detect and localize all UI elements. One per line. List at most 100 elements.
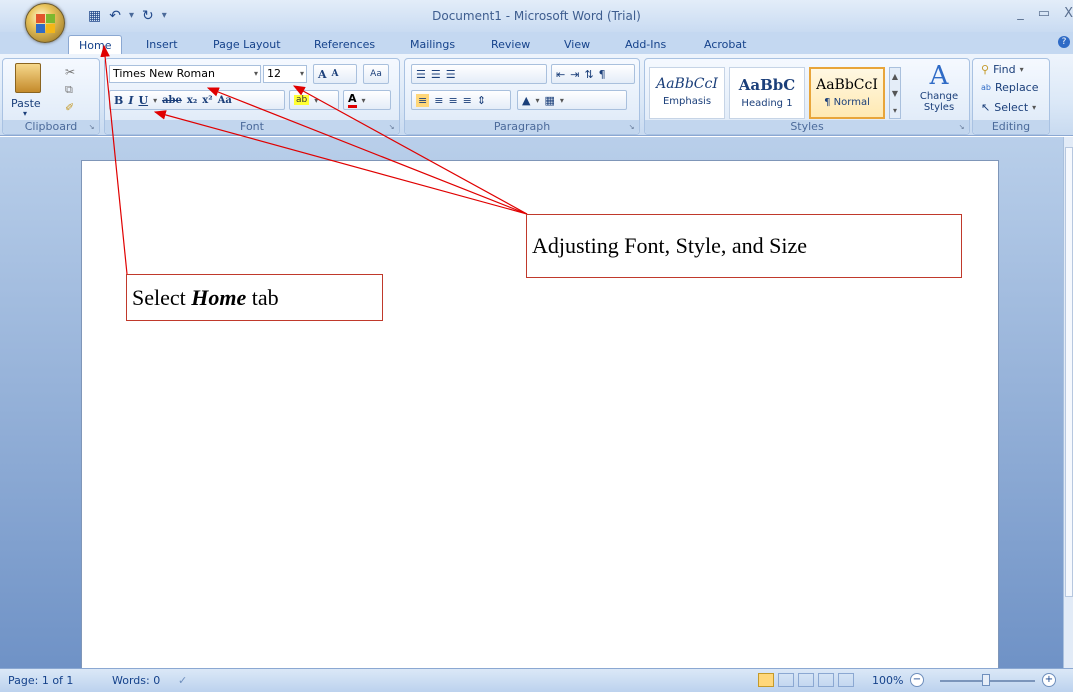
tab-mailings[interactable]: Mailings — [410, 35, 455, 54]
list-buttons: ☰ ☰ ☰ — [411, 64, 547, 84]
multilevel-list-icon[interactable]: ☰ — [446, 68, 456, 81]
grow-shrink-font-buttons: A A — [313, 64, 357, 84]
tab-view[interactable]: View — [564, 35, 590, 54]
minimize-button[interactable]: _ — [1017, 6, 1024, 21]
font-name-combo[interactable]: Times New Roman ▾ — [109, 65, 261, 83]
tab-page-layout[interactable]: Page Layout — [213, 35, 281, 54]
select-home-callout: Select Home tab — [126, 274, 383, 321]
select-label: Select — [994, 101, 1029, 114]
window-title: Document1 - Microsoft Word (Trial) — [432, 9, 641, 23]
subscript-button[interactable]: x₂ — [187, 95, 197, 106]
style-heading-1-name: Heading 1 — [741, 98, 793, 109]
style-normal-name: ¶ Normal — [824, 97, 870, 108]
web-layout-view-icon[interactable] — [798, 673, 814, 687]
align-right-icon[interactable]: ≡ — [448, 94, 457, 107]
grow-font-button[interactable]: A — [318, 68, 327, 81]
shading-icon[interactable]: ▲ — [522, 94, 530, 107]
replace-button[interactable]: ab Replace — [981, 81, 1039, 94]
tab-add-ins[interactable]: Add-Ins — [625, 35, 666, 54]
decrease-indent-icon[interactable]: ⇤ — [556, 68, 565, 81]
font-size-dropdown-icon[interactable]: ▾ — [300, 66, 304, 82]
maximize-button[interactable]: ▭ — [1038, 6, 1050, 21]
change-styles-label: Change Styles — [919, 91, 959, 113]
align-center-icon[interactable]: ≡ — [434, 94, 443, 107]
tab-home[interactable]: Home — [68, 35, 123, 54]
change-case-button[interactable]: Aa — [218, 95, 232, 106]
show-marks-icon[interactable]: ¶ — [599, 68, 606, 81]
vertical-scrollbar[interactable] — [1063, 137, 1073, 668]
shading-dropdown-icon[interactable]: ▾ — [535, 96, 539, 105]
page-count[interactable]: Page: 1 of 1 — [8, 674, 73, 687]
cut-icon[interactable]: ✂ — [65, 65, 75, 79]
status-bar: Page: 1 of 1 Words: 0 ✓ 100% − + — [0, 668, 1073, 692]
align-left-icon[interactable]: ≡ — [416, 93, 430, 107]
home-callout-bold: Home — [191, 285, 247, 310]
home-callout-prefix: Select — [132, 285, 192, 310]
font-callout-text: Adjusting Font, Style, and Size — [532, 233, 807, 258]
superscript-button[interactable]: x² — [202, 95, 212, 106]
justify-icon[interactable]: ≡ — [463, 94, 472, 107]
styles-launcher-icon[interactable]: ↘ — [957, 123, 966, 132]
proofing-icon[interactable]: ✓ — [178, 674, 187, 687]
close-button[interactable]: X — [1064, 6, 1073, 21]
italic-button[interactable]: I — [128, 94, 133, 107]
draft-view-icon[interactable] — [838, 673, 854, 687]
zoom-in-icon[interactable]: + — [1042, 673, 1056, 687]
style-normal[interactable]: AaBbCcI ¶ Normal — [809, 67, 885, 119]
word-count[interactable]: Words: 0 — [112, 674, 160, 687]
paste-dropdown-icon[interactable]: ▾ — [23, 109, 27, 118]
borders-icon[interactable]: ▦ — [544, 94, 554, 107]
copy-icon[interactable]: ⧉ — [65, 83, 73, 97]
zoom-out-icon[interactable]: − — [910, 673, 924, 687]
find-label: Find — [993, 63, 1016, 76]
zoom-slider-thumb[interactable] — [982, 674, 990, 686]
increase-indent-icon[interactable]: ⇥ — [570, 68, 579, 81]
highlight-dropdown-icon[interactable]: ▾ — [314, 96, 318, 105]
format-painter-icon[interactable]: ✐ — [65, 101, 74, 114]
paste-icon[interactable] — [15, 63, 41, 93]
strikethrough-button[interactable]: abe — [162, 95, 182, 106]
font-launcher-icon[interactable]: ↘ — [387, 123, 396, 132]
scrollbar-thumb[interactable] — [1065, 147, 1073, 597]
print-layout-view-icon[interactable] — [758, 673, 774, 687]
tab-references[interactable]: References — [314, 35, 375, 54]
underline-dropdown-icon[interactable]: ▾ — [153, 95, 157, 105]
office-button[interactable] — [25, 3, 65, 43]
highlight-button[interactable]: ab ▾ — [289, 90, 339, 110]
sort-icon[interactable]: ⇅ — [584, 68, 593, 81]
clear-formatting-button[interactable]: Aa — [363, 64, 389, 84]
highlight-icon: ab — [294, 95, 310, 105]
font-color-button[interactable]: A ▾ — [343, 90, 391, 110]
clipboard-launcher-icon[interactable]: ↘ — [87, 123, 96, 132]
find-button[interactable]: ⚲ Find ▾ — [981, 63, 1024, 76]
style-emphasis[interactable]: AaBbCcI Emphasis — [649, 67, 725, 119]
replace-label: Replace — [994, 81, 1039, 94]
shrink-font-button[interactable]: A — [332, 69, 339, 79]
paragraph-launcher-icon[interactable]: ↘ — [627, 123, 636, 132]
outline-view-icon[interactable] — [818, 673, 834, 687]
select-button[interactable]: ↖ Select ▾ — [981, 101, 1036, 114]
numbering-icon[interactable]: ☰ — [431, 68, 441, 81]
style-heading-1[interactable]: AaBbC Heading 1 — [729, 67, 805, 119]
borders-dropdown-icon[interactable]: ▾ — [560, 96, 564, 105]
editing-label: Editing — [973, 120, 1049, 134]
font-name-dropdown-icon[interactable]: ▾ — [254, 66, 258, 82]
font-color-dropdown-icon[interactable]: ▾ — [362, 96, 366, 105]
font-size-value: 12 — [267, 67, 281, 80]
font-size-combo[interactable]: 12 ▾ — [263, 65, 307, 83]
tab-insert[interactable]: Insert — [146, 35, 178, 54]
change-styles-button[interactable]: A Change Styles — [913, 61, 965, 113]
line-spacing-icon[interactable]: ⇕ — [477, 94, 486, 107]
styles-scroll[interactable]: ▲ ▼ ▾ — [889, 67, 901, 119]
full-screen-view-icon[interactable] — [778, 673, 794, 687]
title-bar: ▦ ↶ ▾ ↻ ▾ Document1 - Microsoft Word (Tr… — [0, 0, 1073, 32]
bullets-icon[interactable]: ☰ — [416, 68, 426, 81]
tab-review[interactable]: Review — [491, 35, 530, 54]
bold-button[interactable]: B — [114, 94, 123, 107]
underline-button[interactable]: U — [138, 94, 148, 107]
help-icon[interactable]: ? — [1058, 36, 1070, 48]
paragraph-label: Paragraph — [405, 120, 639, 134]
font-style-size-callout: Adjusting Font, Style, and Size — [526, 214, 962, 278]
tab-acrobat[interactable]: Acrobat — [704, 35, 746, 54]
zoom-level[interactable]: 100% — [872, 674, 903, 687]
